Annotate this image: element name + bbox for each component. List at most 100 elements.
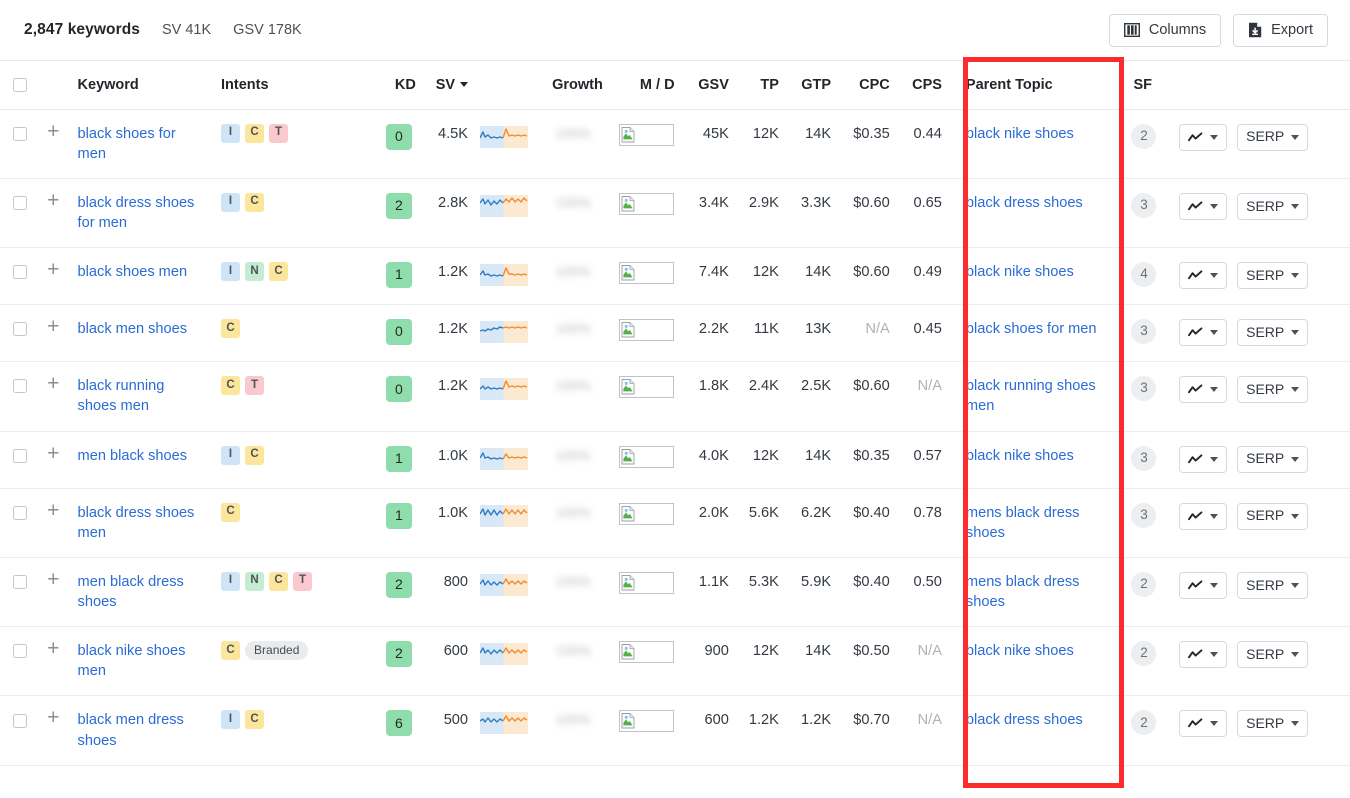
table-row[interactable]: + black dress shoes men C 1 1.0K 100% 2.0K 5.6K… <box>0 488 1350 558</box>
add-keyword-icon[interactable]: + <box>47 121 59 142</box>
metrics-chart-button[interactable] <box>1179 192 1228 220</box>
serp-button[interactable]: SERP <box>1237 502 1309 530</box>
intent-chip-n[interactable]: N <box>245 262 265 281</box>
intent-chip-c[interactable]: C <box>245 123 265 143</box>
table-row[interactable]: + black men dress shoes I C 6 500 100% 600 1.2K 1… <box>0 695 1350 766</box>
metrics-chart-button[interactable] <box>1179 319 1228 347</box>
intent-chip-n[interactable]: N <box>245 571 265 591</box>
add-keyword-icon[interactable]: + <box>47 316 59 337</box>
table-row[interactable]: + men black dress shoes I N C T 2 800 100% 1.1K 5.… <box>0 557 1350 628</box>
serp-button[interactable]: SERP <box>1237 710 1309 738</box>
intent-chip-c[interactable]: C <box>269 571 289 591</box>
add-keyword-icon[interactable]: + <box>47 373 59 394</box>
row-checkbox[interactable] <box>12 644 27 659</box>
intent-chip-c[interactable]: C <box>221 319 241 339</box>
intent-chip-t[interactable]: T <box>269 123 289 143</box>
row-checkbox[interactable] <box>12 195 27 210</box>
header-md[interactable]: M / D <box>610 61 683 110</box>
export-button[interactable]: Export <box>1233 13 1328 47</box>
row-checkbox[interactable] <box>12 713 27 728</box>
intent-chip-i[interactable]: I <box>221 710 241 730</box>
header-keyword[interactable]: Keyword <box>69 61 214 110</box>
select-all-checkbox[interactable] <box>12 77 27 92</box>
intent-chip-i[interactable]: I <box>221 445 241 465</box>
header-cpc[interactable]: CPC <box>839 61 898 110</box>
parent-topic-link[interactable]: black running shoes men <box>966 378 1096 414</box>
add-keyword-icon[interactable]: + <box>47 638 59 659</box>
intent-chip-c[interactable]: C <box>221 641 241 661</box>
table-row[interactable]: + black dress shoes for men I C 2 2.8K 100% 3.4… <box>0 178 1350 249</box>
intent-chip-c[interactable]: C <box>245 445 265 465</box>
row-checkbox[interactable] <box>12 265 27 280</box>
header-cps[interactable]: CPS <box>897 61 950 110</box>
intent-chip-i[interactable]: I <box>221 123 241 143</box>
intent-chip-c[interactable]: C <box>221 502 241 522</box>
intent-chip-t[interactable]: T <box>293 571 313 591</box>
header-parent-topic[interactable]: Parent Topic <box>949 61 1120 110</box>
table-row[interactable]: + black men shoes C 0 1.2K 100% 2.2K 11K 13K N/A 0… <box>0 304 1350 363</box>
keyword-link[interactable]: black shoes men <box>78 264 188 280</box>
header-gsv[interactable]: GSV <box>682 61 737 110</box>
header-gtp[interactable]: GTP <box>786 61 840 110</box>
keyword-link[interactable]: black men shoes <box>78 321 188 337</box>
serp-button[interactable]: SERP <box>1237 445 1309 473</box>
parent-topic-link[interactable]: black nike shoes <box>966 448 1074 464</box>
parent-topic-link[interactable]: black dress shoes <box>966 712 1083 728</box>
row-checkbox[interactable] <box>12 322 27 337</box>
keyword-link[interactable]: black men dress shoes <box>78 712 184 748</box>
serp-button[interactable]: SERP <box>1237 262 1309 289</box>
serp-button[interactable]: SERP <box>1237 376 1309 404</box>
add-keyword-icon[interactable]: + <box>47 190 59 211</box>
intent-chip-t[interactable]: T <box>245 376 265 396</box>
metrics-chart-button[interactable] <box>1179 376 1228 404</box>
row-checkbox[interactable] <box>12 379 27 394</box>
table-row[interactable]: + men black shoes I C 1 1.0K 100% 4.0K 12K 14K $0.… <box>0 431 1350 489</box>
add-keyword-icon[interactable]: + <box>47 569 59 590</box>
row-checkbox[interactable] <box>12 575 27 590</box>
intent-chip-i[interactable]: I <box>221 262 241 281</box>
serp-button[interactable]: SERP <box>1237 123 1309 151</box>
serp-button[interactable]: SERP <box>1237 192 1309 220</box>
metrics-chart-button[interactable] <box>1179 571 1228 599</box>
parent-topic-link[interactable]: black nike shoes <box>966 643 1074 659</box>
add-keyword-icon[interactable]: + <box>47 443 59 464</box>
table-row[interactable]: + black nike shoes men C Branded 2 600 100% 900… <box>0 626 1350 697</box>
keyword-link[interactable]: men black dress shoes <box>78 574 184 610</box>
intent-chip-i[interactable]: I <box>221 192 241 212</box>
keyword-link[interactable]: black nike shoes men <box>78 643 186 679</box>
serp-button[interactable]: SERP <box>1237 319 1309 347</box>
intent-chip-c[interactable]: C <box>245 710 265 730</box>
header-sf[interactable]: SF <box>1119 61 1166 110</box>
table-row[interactable]: + black shoes for men I C T 0 4.5K 100% 45K 12K 14… <box>0 109 1350 179</box>
intent-chip-c[interactable]: C <box>245 192 265 212</box>
row-checkbox[interactable] <box>12 505 27 520</box>
keyword-link[interactable]: black dress shoes for men <box>78 195 195 231</box>
parent-topic-link[interactable]: black shoes for men <box>966 321 1097 337</box>
parent-topic-link[interactable]: black nike shoes <box>966 126 1074 142</box>
row-checkbox[interactable] <box>12 448 27 463</box>
metrics-chart-button[interactable] <box>1179 123 1228 151</box>
add-keyword-icon[interactable]: + <box>47 259 59 280</box>
parent-topic-link[interactable]: mens black dress shoes <box>966 574 1080 610</box>
header-intents[interactable]: Intents <box>213 61 374 110</box>
header-growth[interactable]: Growth <box>536 61 611 110</box>
keyword-link[interactable]: black dress shoes men <box>78 505 195 541</box>
header-tp[interactable]: TP <box>736 61 787 110</box>
parent-topic-link[interactable]: mens black dress shoes <box>966 505 1080 541</box>
table-row[interactable]: + black shoes men I N C 1 1.2K 100% 7.4K 12K 14K $0… <box>0 247 1350 306</box>
metrics-chart-button[interactable] <box>1179 710 1228 738</box>
branded-chip[interactable]: Branded <box>245 641 309 661</box>
parent-topic-link[interactable]: black nike shoes <box>966 264 1074 280</box>
metrics-chart-button[interactable] <box>1179 445 1228 473</box>
keyword-link[interactable]: men black shoes <box>78 448 188 464</box>
intent-chip-c[interactable]: C <box>221 376 241 396</box>
metrics-chart-button[interactable] <box>1179 502 1228 530</box>
serp-button[interactable]: SERP <box>1237 571 1309 599</box>
header-sv[interactable]: SV <box>423 61 477 110</box>
keyword-link[interactable]: black shoes for men <box>78 126 176 162</box>
table-row[interactable]: + black running shoes men C T 0 1.2K 100% 1.8K 2… <box>0 361 1350 432</box>
metrics-chart-button[interactable] <box>1179 262 1228 289</box>
add-keyword-icon[interactable]: + <box>47 500 59 521</box>
columns-button[interactable]: Columns <box>1108 13 1222 47</box>
parent-topic-link[interactable]: black dress shoes <box>966 195 1083 211</box>
